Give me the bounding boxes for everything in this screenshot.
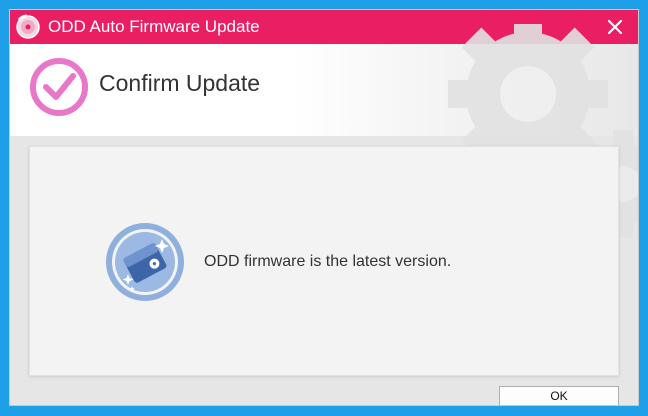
message-panel: ODD firmware is the latest version.: [29, 146, 619, 376]
disc-icon: [16, 14, 40, 39]
header-band: Confirm Update: [10, 24, 638, 238]
ok-button[interactable]: OK: [499, 386, 619, 405]
checkmark-circle-icon: [30, 58, 88, 116]
dialog-body: Confirm Update ODD firmware is the lates…: [10, 24, 638, 405]
window-title: ODD Auto Firmware Update: [48, 17, 260, 36]
page-title: Confirm Update: [99, 70, 261, 96]
optical-drive-icon: [106, 223, 184, 301]
dialog-window: ODD Auto Firmware Update Confirm Update …: [9, 9, 639, 406]
status-message: ODD firmware is the latest version.: [204, 253, 452, 270]
